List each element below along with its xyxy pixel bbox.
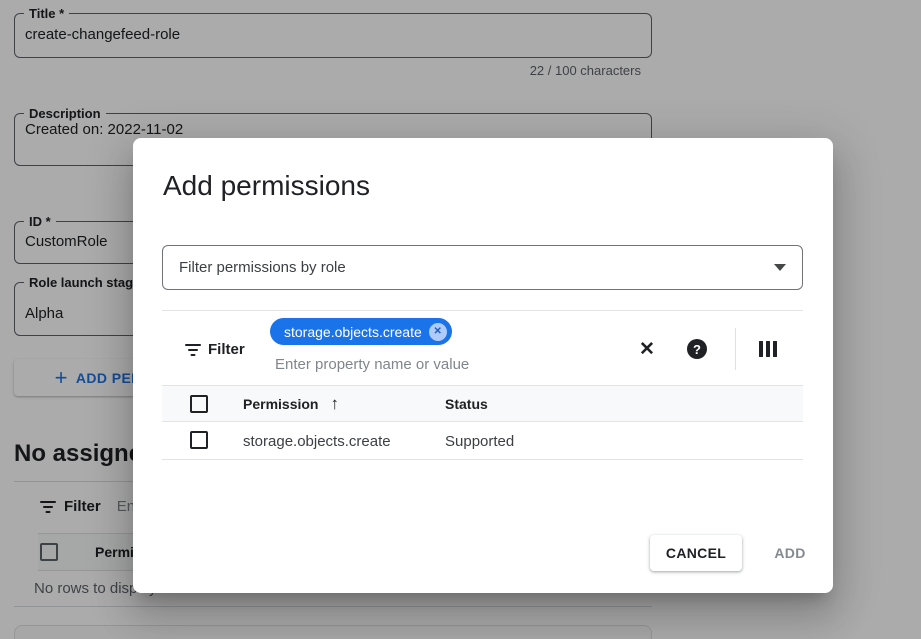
filter-chip-label: storage.objects.create (284, 324, 422, 340)
add-button[interactable]: ADD (762, 535, 818, 571)
permission-column-header[interactable]: Permission ↑ (243, 396, 339, 412)
row-permission: storage.objects.create (243, 433, 391, 450)
clear-filters-button[interactable]: ✕ (633, 335, 661, 363)
dialog-table-header: Permission ↑ Status (162, 385, 803, 422)
status-column-header: Status (445, 396, 488, 412)
table-row[interactable]: storage.objects.create Supported (162, 422, 803, 460)
dialog-filter-input[interactable]: Enter property name or value (275, 356, 469, 373)
divider (162, 310, 803, 311)
role-select-placeholder: Filter permissions by role (179, 259, 346, 276)
help-button[interactable]: ? (683, 335, 711, 363)
dialog-filter-bar: Filter (185, 341, 245, 358)
row-status: Supported (445, 433, 514, 450)
filter-icon (185, 343, 201, 357)
divider (735, 328, 736, 370)
sort-ascending-icon: ↑ (330, 397, 339, 411)
select-all-checkbox[interactable] (190, 395, 208, 413)
chevron-down-icon (774, 264, 786, 271)
screen: Title * create-changefeed-role 22 / 100 … (0, 0, 921, 639)
dialog-filter-label: Filter (208, 341, 245, 358)
permission-column-label: Permission (243, 396, 318, 412)
filter-permissions-by-role-select[interactable]: Filter permissions by role (162, 245, 803, 290)
dialog-title: Add permissions (163, 170, 370, 202)
row-checkbox[interactable] (190, 431, 208, 449)
cancel-button[interactable]: CANCEL (650, 535, 742, 571)
columns-icon (759, 341, 777, 357)
add-permissions-dialog: Add permissions Filter permissions by ro… (133, 138, 833, 593)
filter-chip[interactable]: storage.objects.create ✕ (270, 318, 452, 345)
help-icon: ? (687, 339, 707, 359)
column-display-button[interactable] (754, 335, 782, 363)
chip-remove-icon[interactable]: ✕ (429, 323, 447, 341)
